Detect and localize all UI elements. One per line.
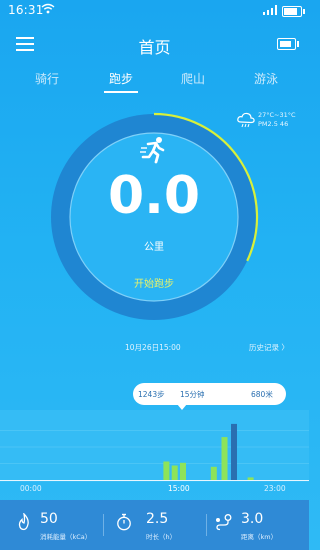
chart-bar[interactable] bbox=[171, 465, 178, 481]
tooltip-distance: 680米 bbox=[251, 390, 273, 399]
dial-content: 0.0 公里 开始跑步 bbox=[43, 106, 265, 328]
activity-chart bbox=[0, 410, 309, 482]
sport-tabs: 骑行 跑步 爬山 游泳 bbox=[0, 64, 309, 94]
tab-cycling[interactable]: 骑行 bbox=[22, 70, 72, 87]
stat-duration-value: 2.5 bbox=[146, 511, 169, 527]
stat-distance-label: 距离（km） bbox=[241, 533, 278, 541]
tooltip-steps: 1243步 bbox=[138, 390, 165, 399]
chart-bar[interactable] bbox=[163, 461, 170, 481]
page-title: 首页 bbox=[138, 38, 171, 57]
app-bar: 首页 bbox=[0, 28, 309, 62]
device-battery-icon[interactable] bbox=[277, 38, 299, 50]
chart-bar[interactable] bbox=[247, 477, 254, 480]
signal-icon bbox=[263, 5, 277, 15]
status-time: 16:31 bbox=[8, 3, 44, 17]
battery-icon bbox=[282, 6, 305, 17]
stopwatch-icon bbox=[117, 513, 131, 531]
stat-distance-value: 3.0 bbox=[241, 511, 264, 527]
distance-value: 0.0 bbox=[107, 166, 201, 226]
tooltip-duration: 15分钟 bbox=[180, 390, 205, 399]
chart-tooltip: 1243步 15分钟 680米 bbox=[133, 383, 286, 410]
distance-unit: 公里 bbox=[144, 242, 164, 253]
history-link[interactable]: 历史记录 〉 bbox=[249, 342, 289, 353]
status-bar: 16:31 bbox=[0, 0, 309, 22]
stat-energy: 50 消耗能量（kCa） bbox=[0, 500, 103, 550]
chart-bar[interactable] bbox=[180, 462, 186, 480]
runner-icon bbox=[140, 137, 165, 164]
x-tick-label: 23:00 bbox=[264, 484, 286, 493]
stats-bar: 50 消耗能量（kCa） 2.5 时长（h） 3.0 距离（km） bbox=[0, 500, 309, 550]
flame-icon bbox=[18, 513, 29, 531]
chart-date: 10月26日15:00 bbox=[125, 343, 181, 352]
chart-background bbox=[0, 410, 309, 482]
x-tick-label: 15:00 bbox=[168, 484, 190, 493]
stat-distance: 3.0 距离（km） bbox=[207, 500, 309, 550]
x-tick-label: 00:00 bbox=[20, 484, 42, 493]
stat-duration: 2.5 时长（h） bbox=[104, 500, 207, 550]
wifi-icon bbox=[41, 3, 55, 14]
start-running-button[interactable]: 开始跑步 bbox=[104, 275, 204, 290]
tab-swimming[interactable]: 游泳 bbox=[241, 70, 291, 87]
tab-running[interactable]: 跑步 bbox=[96, 70, 146, 93]
stat-energy-value: 50 bbox=[40, 511, 58, 527]
route-icon bbox=[216, 514, 232, 531]
stat-duration-label: 时长（h） bbox=[146, 533, 177, 541]
chart-bar[interactable] bbox=[231, 423, 237, 480]
chart-bar[interactable] bbox=[210, 466, 217, 480]
tab-hiking[interactable]: 爬山 bbox=[168, 70, 218, 87]
chart-bar[interactable] bbox=[221, 437, 228, 480]
stat-energy-label: 消耗能量（kCa） bbox=[40, 533, 92, 541]
